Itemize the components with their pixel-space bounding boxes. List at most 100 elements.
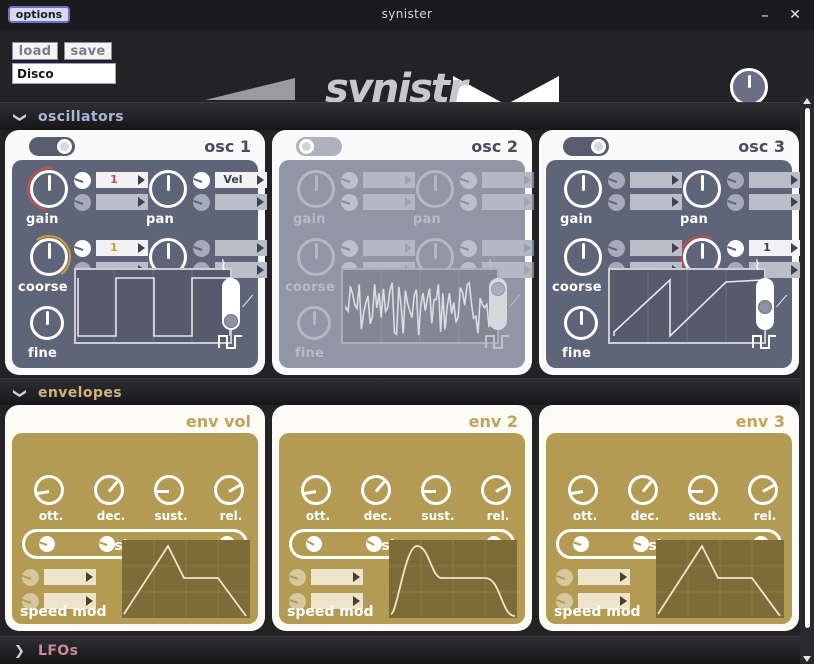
- envelope-2-speedmod1-source-select[interactable]: [311, 569, 363, 585]
- section-header-envelopes[interactable]: ❯ envelopes: [0, 378, 814, 406]
- oscillator-3-pan-mod1-source-select[interactable]: [749, 172, 801, 188]
- oscillator-3-wavetype-selector[interactable]: ⌇ ⟋: [742, 258, 788, 352]
- oscillator-2-gain-mod1-source-select[interactable]: [363, 172, 415, 188]
- oscillator-3-coarse-mod1-amount-knob[interactable]: [608, 240, 625, 257]
- oscillator-2-fine-knob[interactable]: [297, 306, 331, 340]
- envelope-2-dec-knob[interactable]: [361, 475, 391, 505]
- oscillator-1-coarse-mod1-amount-knob[interactable]: [74, 240, 91, 257]
- oscillator-3-gain-mod2-amount-knob[interactable]: [608, 194, 625, 211]
- envelope-3-ott-knob[interactable]: [568, 475, 598, 505]
- scroll-down-arrow-icon[interactable]: [803, 656, 811, 662]
- oscillator-2-enable-toggle[interactable]: [296, 137, 342, 156]
- noise-wave-icon[interactable]: ⌇: [220, 258, 227, 274]
- oscillator-3-pan-mod1-amount-knob[interactable]: [727, 172, 744, 189]
- oscillator-3-gain-mod2-source-select[interactable]: [630, 194, 682, 210]
- envelope-1-sust-knob[interactable]: [154, 475, 184, 505]
- oscillator-2-gain-knob[interactable]: [297, 170, 335, 208]
- section-header-oscillators[interactable]: ❯ oscillators: [0, 102, 814, 130]
- oscillator-2-gain-mod2-amount-knob[interactable]: [341, 194, 358, 211]
- oscillator-2-wavetype-selector[interactable]: ⌇ ⟋: [475, 258, 521, 352]
- oscillator-1-pan-mod1-source-select[interactable]: Vel: [215, 172, 267, 188]
- oscillator-2-pan-mod1-source-select[interactable]: [482, 172, 534, 188]
- envelope-2-speedmod1-amount-knob[interactable]: [289, 569, 306, 586]
- oscillator-1-enable-toggle[interactable]: [29, 137, 75, 156]
- oscillator-1-width-mod1-amount-knob[interactable]: [193, 240, 210, 257]
- chevron-right-icon: [791, 197, 798, 207]
- square-wave-icon: [485, 335, 509, 349]
- save-button[interactable]: save: [64, 42, 112, 60]
- oscillator-2-gain-mod2-source-select[interactable]: [363, 194, 415, 210]
- envelope-1-rel-knob[interactable]: [214, 475, 244, 505]
- envelope-1-ott-knob[interactable]: [34, 475, 64, 505]
- section-header-lfos[interactable]: ❯ LFOs: [0, 636, 814, 664]
- oscillator-1-gain-knob[interactable]: [30, 170, 68, 208]
- wavetype-slider-thumb[interactable]: [224, 314, 238, 328]
- close-icon[interactable]: ✕: [784, 6, 806, 24]
- envelope-2-rel-knob[interactable]: [481, 475, 511, 505]
- main-freq-knob[interactable]: [730, 68, 768, 106]
- oscillator-2-coarse-mod1-source-select[interactable]: [363, 240, 415, 256]
- oscillator-2-triangle-mod1-amount-knob[interactable]: [460, 240, 477, 257]
- oscillator-1-pan-mod2-source-select[interactable]: [215, 194, 267, 210]
- oscillator-3-gain-mod1-source-select[interactable]: [630, 172, 682, 188]
- envelope-2-ott-knob[interactable]: [301, 475, 331, 505]
- oscillator-3-fine-knob[interactable]: [564, 306, 598, 340]
- oscillator-1-pan-mod1-amount-knob[interactable]: [193, 172, 210, 189]
- oscillator-2-gain-mod1-amount-knob[interactable]: [341, 172, 358, 189]
- saw-wave-icon[interactable]: ⟋: [776, 292, 787, 312]
- noise-wave-icon[interactable]: ⌇: [487, 258, 494, 274]
- oscillator-3-gain-label: gain: [560, 212, 593, 227]
- envelope-2-sust-knob[interactable]: [421, 475, 451, 505]
- envelope-1-speedmod1-amount-knob[interactable]: [22, 569, 39, 586]
- scroll-up-arrow-icon[interactable]: [803, 98, 811, 104]
- knob-indicator: [581, 175, 585, 191]
- noise-wave-icon[interactable]: ⌇: [754, 258, 761, 274]
- oscillator-3-pan-knob[interactable]: [683, 170, 721, 208]
- wavetype-slider-thumb[interactable]: [491, 282, 505, 296]
- oscillator-3-gain-knob[interactable]: [564, 170, 602, 208]
- envelope-1-dec-knob[interactable]: [94, 475, 124, 505]
- oscillator-3-triangle-mod1-source-select[interactable]: 1: [749, 240, 801, 256]
- envelope-3-sust-knob[interactable]: [688, 475, 718, 505]
- oscillator-3-coarse-mod1-source-select[interactable]: [630, 240, 682, 256]
- oscillator-3-enable-toggle[interactable]: [563, 137, 609, 156]
- oscillator-2-coarse-knob[interactable]: [297, 238, 335, 276]
- oscillator-3-coarse-knob[interactable]: [564, 238, 602, 276]
- options-button[interactable]: options: [8, 6, 70, 23]
- oscillator-1-pan-mod2-amount-knob[interactable]: [193, 194, 210, 211]
- load-button[interactable]: load: [12, 42, 58, 60]
- oscillator-3-triangle-mod1-amount-knob[interactable]: [727, 240, 744, 257]
- wavetype-slider-thumb[interactable]: [758, 300, 772, 314]
- envelope-3-speedmod1-source-select[interactable]: [578, 569, 630, 585]
- preset-name-input[interactable]: [12, 63, 116, 84]
- oscillator-2-pan-mod2-source-select[interactable]: [482, 194, 534, 210]
- oscillator-1-pan-knob[interactable]: [149, 170, 187, 208]
- envelope-3-dec-knob[interactable]: [628, 475, 658, 505]
- oscillator-1-wavetype-selector[interactable]: ⌇ ⟋: [208, 258, 254, 352]
- oscillator-1-gain-mod2-amount-knob[interactable]: [74, 194, 91, 211]
- oscillator-3-pan-mod2-source-select[interactable]: [749, 194, 801, 210]
- oscillator-1-gain-mod1-amount-knob[interactable]: [74, 172, 91, 189]
- saw-wave-icon[interactable]: ⟋: [509, 292, 520, 312]
- knob-indicator: [47, 243, 51, 259]
- oscillator-1-width-mod1-source-select[interactable]: [215, 240, 267, 256]
- oscillator-2-pan-mod1-amount-knob[interactable]: [460, 172, 477, 189]
- oscillator-2-coarse-mod1-amount-knob[interactable]: [341, 240, 358, 257]
- scroll-thumb[interactable]: [805, 108, 810, 628]
- oscillator-3-gain-mod1-amount-knob[interactable]: [608, 172, 625, 189]
- oscillator-1-coarse-mod1-source-select[interactable]: 1: [96, 240, 148, 256]
- minimize-icon[interactable]: –: [754, 6, 776, 24]
- oscillator-2-pan-knob[interactable]: [416, 170, 454, 208]
- oscillator-1-fine-knob[interactable]: [30, 306, 64, 340]
- oscillator-1-gain-mod1-source-select[interactable]: 1: [96, 172, 148, 188]
- envelope-3-rel-knob[interactable]: [748, 475, 778, 505]
- oscillator-3-pan-mod2-amount-knob[interactable]: [727, 194, 744, 211]
- saw-wave-icon[interactable]: ⟋: [242, 292, 253, 312]
- oscillator-2-triangle-mod1-source-select[interactable]: [482, 240, 534, 256]
- vertical-scrollbar[interactable]: [800, 96, 814, 664]
- oscillator-1-coarse-knob[interactable]: [30, 238, 68, 276]
- oscillator-1-gain-mod2-source-select[interactable]: [96, 194, 148, 210]
- envelope-1-speedmod1-source-select[interactable]: [44, 569, 96, 585]
- oscillator-2-pan-mod2-amount-knob[interactable]: [460, 194, 477, 211]
- envelope-3-speedmod1-amount-knob[interactable]: [556, 569, 573, 586]
